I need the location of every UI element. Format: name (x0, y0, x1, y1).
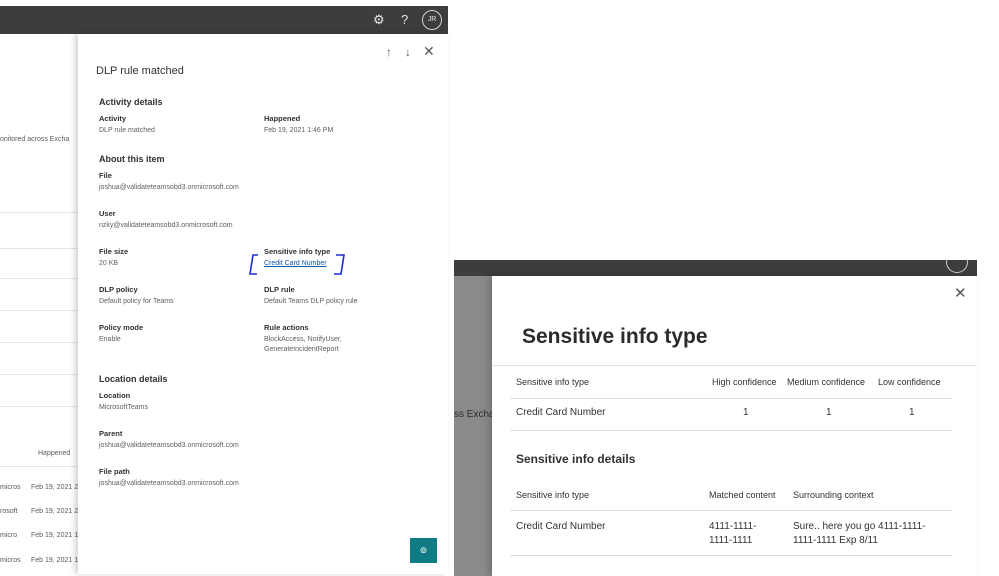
avatar[interactable] (946, 260, 968, 273)
column-header: Low confidence (878, 377, 941, 387)
table-cell: 4111-1111- (709, 521, 757, 532)
divider (0, 466, 80, 467)
column-header: Matched content (709, 490, 776, 500)
divider (492, 365, 977, 366)
question-icon[interactable]: ? (401, 12, 408, 28)
happened-label: Happened (264, 114, 301, 123)
close-icon[interactable]: ✕ (954, 284, 967, 302)
parent-label: Parent (99, 429, 123, 438)
top-bar (454, 260, 977, 276)
table-cell: 1111-1111 Exp 8/11 (793, 535, 878, 546)
divider (0, 212, 80, 213)
activity-label: Activity (99, 114, 127, 123)
table-cell: 1 (826, 407, 832, 418)
dlp-rule-value: Default Teams DLP policy rule (264, 298, 358, 305)
policy-mode-label: Policy mode (99, 323, 144, 332)
panel-title: Sensitive info type (522, 325, 708, 348)
table-cell: 1 (743, 407, 749, 418)
row-cell: micro (0, 532, 18, 539)
divider (510, 555, 952, 556)
question-circle-icon: ⊚ (419, 545, 428, 555)
divider (0, 278, 80, 279)
activity-value: DLP rule matched (99, 127, 155, 134)
divider (0, 374, 80, 375)
location-value: MicrosoftTeams (99, 404, 149, 411)
user-label: User (99, 209, 116, 218)
annotation-brackets (249, 254, 345, 275)
location-label: Location (99, 391, 131, 400)
divider (510, 398, 952, 399)
section-heading-activity: Activity details (99, 97, 163, 107)
background-list: ss Excha (454, 276, 495, 576)
arrow-down-icon[interactable]: ↓ (405, 45, 411, 59)
divider (0, 248, 80, 249)
column-header-happened[interactable]: Happened (38, 450, 70, 457)
table-cell: 1 (909, 407, 915, 418)
divider (0, 342, 80, 343)
section-heading-about: About this item (99, 154, 165, 164)
column-header: Surrounding context (793, 490, 874, 500)
file-size-label: File size (99, 247, 129, 256)
table-cell: Credit Card Number (516, 521, 606, 532)
parent-value: joshua@validateteamsobd3.onmicrosoft.com (99, 442, 239, 449)
file-size-value: 20 KB (99, 260, 119, 267)
happened-value: Feb 19, 2021 1:46 PM (264, 127, 334, 134)
divider (0, 406, 80, 407)
file-label: File (99, 171, 112, 180)
background-text: ss Excha (454, 409, 495, 420)
table-cell: Credit Card Number (516, 407, 606, 418)
help-button[interactable]: ⊚ (410, 538, 437, 563)
dlp-policy-label: DLP policy (99, 285, 138, 294)
rule-actions-value: GenerateIncidentReport (264, 346, 339, 353)
column-header: Medium confidence (787, 377, 866, 387)
arrow-up-icon[interactable]: ↑ (386, 45, 392, 59)
divider (0, 310, 80, 311)
column-header: Sensitive info type (516, 490, 590, 500)
rule-actions-label: Rule actions (264, 323, 309, 332)
user-value: rizky@validateteamsobd3.onmicrosoft.com (99, 222, 233, 229)
column-header: High confidence (712, 377, 777, 387)
top-bar: ⚙ ? JR (0, 6, 448, 34)
row-cell: micros (0, 484, 21, 491)
file-path-label: File path (99, 467, 130, 476)
file-value: joshua@validateteamsobd3.onmicrosoft.com (99, 184, 239, 191)
dlp-rule-label: DLP rule (264, 285, 295, 294)
row-cell: Feb 19, 2021 1: (31, 557, 81, 564)
avatar[interactable]: JR (422, 10, 442, 30)
background-text: onitored across Excha (0, 136, 70, 143)
dlp-policy-value: Default policy for Teams (99, 298, 174, 305)
section-heading-details: Sensitive info details (516, 452, 636, 466)
close-icon[interactable]: ✕ (423, 43, 435, 60)
background-list: onitored across Excha Happened micros Fe… (0, 34, 84, 574)
file-path-value: joshua@validateteamsobd3.onmicrosoft.com (99, 480, 239, 487)
row-cell: Feb 19, 2021 2: (31, 508, 81, 515)
table-cell: 1111-1111 (709, 535, 753, 546)
column-header: Sensitive info type (516, 377, 590, 387)
dlp-details-panel: ↑ ↓ ✕ DLP rule matched Activity details … (78, 34, 448, 574)
panel-title: DLP rule matched (96, 65, 184, 77)
section-heading-location: Location details (99, 374, 168, 384)
row-cell: rosoft (0, 508, 18, 515)
divider (510, 510, 952, 511)
divider (510, 430, 952, 431)
policy-mode-value: Enable (99, 336, 121, 343)
rule-actions-value: BlockAccess, NotifyUser, (264, 336, 342, 343)
sensitive-info-type-panel: ✕ Sensitive info type Sensitive info typ… (492, 276, 977, 576)
table-cell: Sure.. here you go 4111-1111- (793, 521, 926, 532)
row-cell: Feb 19, 2021 2:4 (31, 484, 84, 491)
row-cell: Feb 19, 2021 1: (31, 532, 81, 539)
gear-icon[interactable]: ⚙ (373, 12, 385, 28)
row-cell: micros (0, 557, 21, 564)
